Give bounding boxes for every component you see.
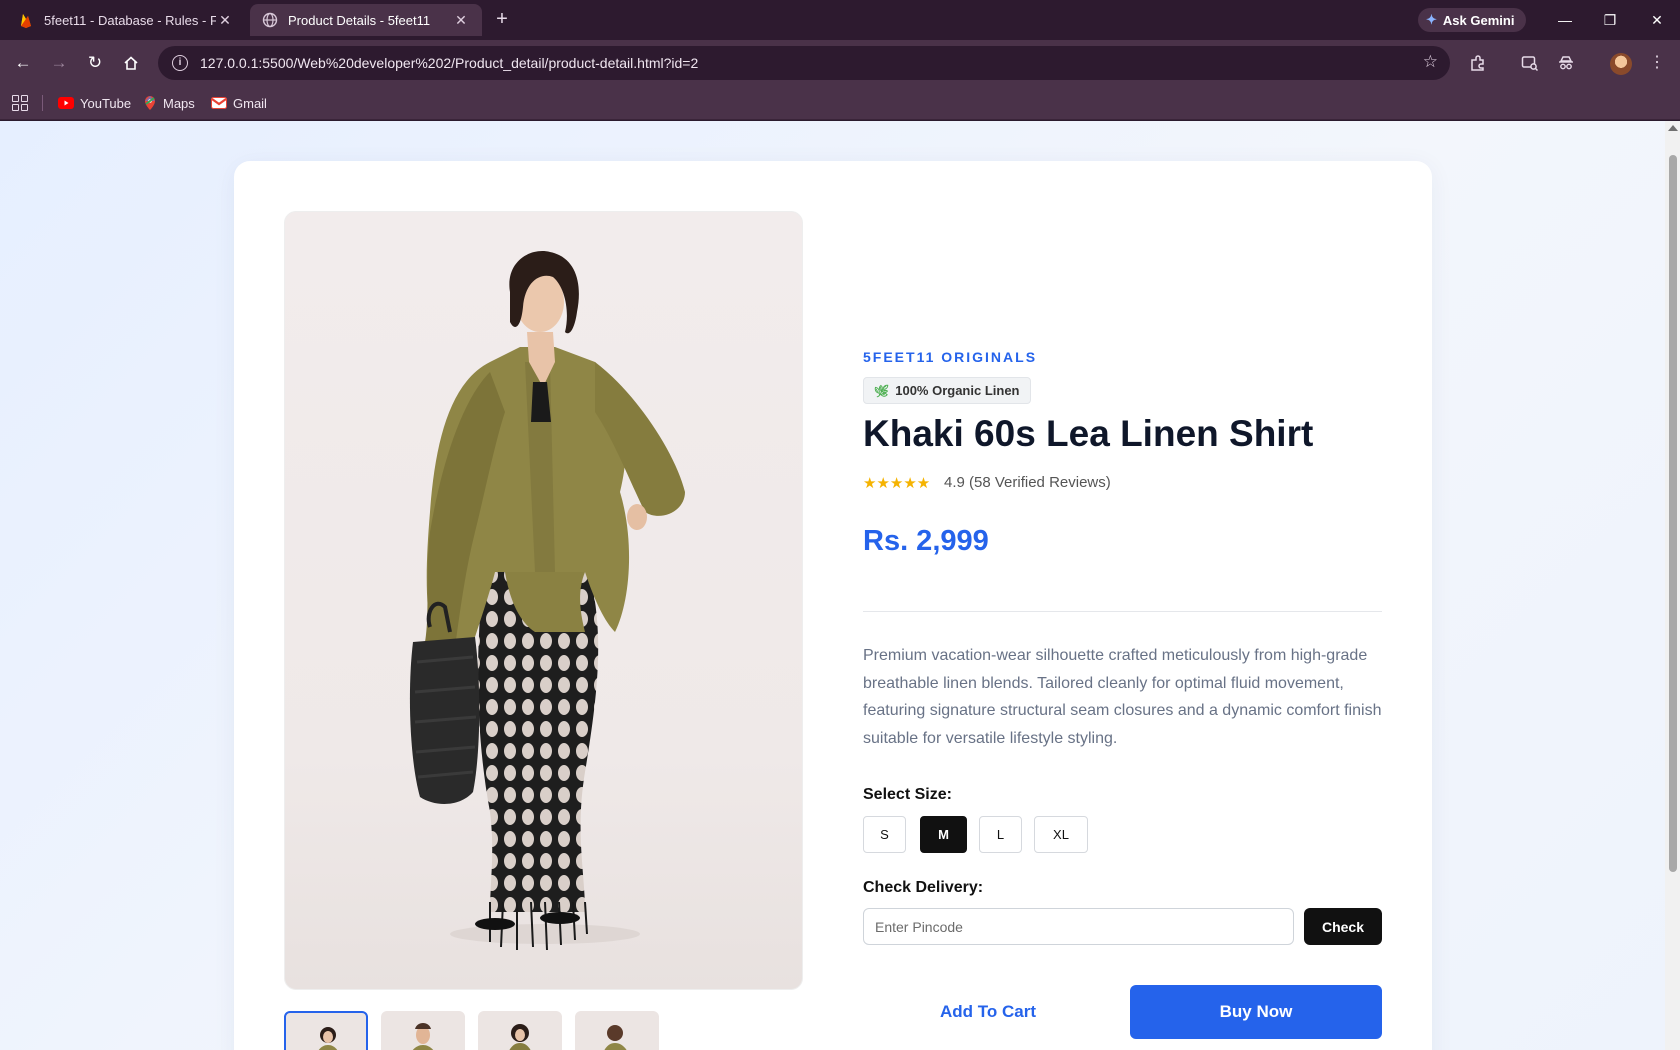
pincode-input[interactable] bbox=[863, 908, 1294, 945]
product-description: Premium vacation-wear silhouette crafted… bbox=[863, 647, 1382, 747]
firebase-icon bbox=[18, 12, 34, 28]
url-text: 127.0.0.1:5500/Web%20developer%202/Produ… bbox=[200, 55, 699, 71]
material-badge-label: 100% Organic Linen bbox=[895, 383, 1020, 398]
rating-stars-icon: ★★★★★ bbox=[863, 475, 931, 492]
youtube-icon bbox=[58, 97, 74, 109]
tab-search-icon[interactable] bbox=[1518, 51, 1542, 75]
size-option-m[interactable]: M bbox=[920, 816, 967, 853]
apps-grid-icon[interactable] bbox=[12, 95, 28, 111]
brand-label: 5FEET11 ORIGINALS bbox=[863, 349, 1038, 365]
close-icon[interactable]: ✕ bbox=[216, 12, 234, 29]
bookmark-label: YouTube bbox=[80, 95, 132, 111]
gmail-icon bbox=[211, 97, 227, 109]
window-close-icon[interactable]: ✕ bbox=[1645, 8, 1669, 32]
size-label: Select Size: bbox=[863, 786, 952, 803]
globe-icon bbox=[262, 12, 278, 28]
delivery-label: Check Delivery: bbox=[863, 879, 984, 896]
check-delivery-button[interactable]: Check bbox=[1304, 908, 1382, 945]
profile-avatar[interactable] bbox=[1610, 53, 1632, 75]
bookmark-star-icon[interactable]: ☆ bbox=[1423, 52, 1438, 72]
forward-icon[interactable]: → bbox=[47, 51, 71, 75]
browser-toolbar: ← → ↻ i 127.0.0.1:5500/Web%20developer%2… bbox=[0, 40, 1680, 86]
site-info-icon[interactable]: i bbox=[172, 55, 188, 71]
restore-icon[interactable]: ❐ bbox=[1598, 8, 1622, 32]
buy-now-button[interactable]: Buy Now bbox=[1130, 985, 1382, 1039]
maps-icon bbox=[143, 95, 157, 111]
size-option-l[interactable]: L bbox=[979, 816, 1022, 853]
menu-kebab-icon[interactable]: ⋮ bbox=[1645, 51, 1669, 75]
tab-title: 5feet11 - Database - Rules - Fir bbox=[44, 12, 216, 28]
bookmark-gmail[interactable]: Gmail bbox=[211, 94, 267, 112]
product-price: Rs. 2,999 bbox=[863, 525, 989, 557]
size-option-s[interactable]: S bbox=[863, 816, 906, 853]
leaf-icon: 🌿︎ bbox=[874, 383, 890, 398]
page-scrollbar[interactable] bbox=[1665, 121, 1680, 1050]
bookmark-maps[interactable]: Maps bbox=[143, 94, 195, 112]
close-icon[interactable]: ✕ bbox=[452, 12, 470, 29]
browser-tab-bar: 5feet11 - Database - Rules - Fir ✕ Produ… bbox=[0, 0, 1680, 40]
new-tab-icon[interactable]: + bbox=[490, 8, 514, 32]
scrollbar-thumb[interactable] bbox=[1669, 155, 1677, 872]
thumbnail-4[interactable] bbox=[575, 1011, 659, 1050]
product-title: Khaki 60s Lea Linen Shirt bbox=[863, 413, 1314, 454]
incognito-icon[interactable] bbox=[1554, 51, 1578, 75]
bookmarks-bar: YouTube Maps Gmail bbox=[0, 86, 1680, 120]
bookmark-label: Gmail bbox=[233, 95, 267, 111]
thumbnail-3[interactable] bbox=[478, 1011, 562, 1050]
back-icon[interactable]: ← bbox=[11, 51, 35, 75]
product-main-image bbox=[284, 211, 803, 990]
product-card: 5FEET11 ORIGINALS 🌿︎ 100% Organic Linen … bbox=[234, 161, 1432, 1050]
page-viewport: 5FEET11 ORIGINALS 🌿︎ 100% Organic Linen … bbox=[0, 121, 1680, 1050]
bookmarks-divider bbox=[42, 95, 43, 111]
bookmark-label: Maps bbox=[163, 95, 195, 111]
tab-title: Product Details - 5feet11 bbox=[288, 12, 431, 28]
bookmark-youtube[interactable]: YouTube bbox=[58, 94, 131, 112]
ask-gemini-button[interactable]: ✦ Ask Gemini bbox=[1418, 8, 1527, 32]
rating-text: 4.9 (58 Verified Reviews) bbox=[944, 474, 1111, 491]
address-bar[interactable]: i 127.0.0.1:5500/Web%20developer%202/Pro… bbox=[158, 46, 1450, 80]
extensions-icon[interactable] bbox=[1466, 51, 1490, 75]
ask-gemini-label: Ask Gemini bbox=[1442, 12, 1515, 28]
material-badge: 🌿︎ 100% Organic Linen bbox=[863, 377, 1031, 404]
thumbnail-2[interactable] bbox=[381, 1011, 465, 1050]
scroll-up-arrow-icon[interactable] bbox=[1668, 125, 1678, 131]
size-option-xl[interactable]: XL bbox=[1034, 816, 1088, 853]
tab-product-details[interactable]: Product Details - 5feet11 ✕ bbox=[250, 4, 482, 36]
tab-firebase[interactable]: 5feet11 - Database - Rules - Fir ✕ bbox=[6, 4, 246, 36]
reload-icon[interactable]: ↻ bbox=[83, 51, 107, 75]
price-divider bbox=[863, 611, 1382, 612]
gemini-sparkle-icon: ✦ bbox=[1426, 12, 1437, 27]
thumbnail-1[interactable] bbox=[284, 1011, 368, 1050]
add-to-cart-button[interactable]: Add To Cart bbox=[863, 985, 1113, 1039]
home-icon[interactable] bbox=[119, 51, 143, 75]
minimize-icon[interactable]: — bbox=[1553, 8, 1577, 32]
